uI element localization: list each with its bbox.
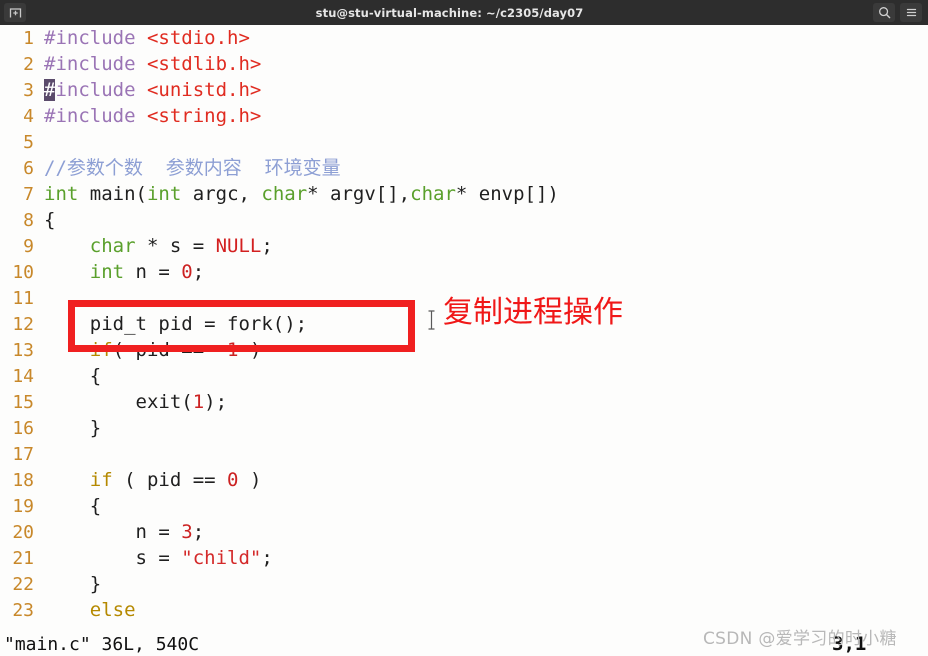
line-content: else bbox=[89, 599, 136, 621]
code-line: 4 #include <string.h> bbox=[0, 103, 928, 129]
code-line: 2 #include <stdlib.h> bbox=[0, 51, 928, 77]
code-line: 5 bbox=[0, 129, 928, 155]
line-number: 20 bbox=[12, 522, 34, 543]
csdn-watermark: CSDN @爱学习的时小糖 bbox=[703, 629, 897, 649]
line-content: if( pid == -1 ) bbox=[89, 339, 262, 361]
terminal-window: stu@stu-virtual-machine: ~/c2305/day07 1… bbox=[0, 0, 928, 656]
line-content: char * s = NULL; bbox=[89, 235, 273, 257]
annotation-text: 复制进程操作 bbox=[443, 295, 623, 330]
line-number: 18 bbox=[12, 470, 34, 491]
line-number: 21 bbox=[12, 548, 34, 569]
new-tab-button[interactable] bbox=[4, 3, 26, 22]
line-content: exit(1); bbox=[135, 391, 228, 413]
code-line: 22 } bbox=[0, 571, 928, 597]
line-number: 1 bbox=[23, 28, 34, 49]
hamburger-menu-icon bbox=[905, 6, 918, 19]
new-tab-icon bbox=[9, 6, 22, 19]
line-content: s = "child"; bbox=[135, 547, 273, 569]
line-content: int main(int argc, char* argv[],char* en… bbox=[44, 183, 559, 205]
line-number: 12 bbox=[12, 314, 34, 335]
line-number: 15 bbox=[12, 392, 34, 413]
line-content: } bbox=[44, 417, 102, 439]
line-content: #include <stdio.h> bbox=[44, 27, 250, 49]
line-content: if ( pid == 0 ) bbox=[89, 469, 262, 491]
search-button[interactable] bbox=[873, 3, 895, 22]
code-line: 17 bbox=[0, 441, 928, 467]
search-icon bbox=[878, 6, 891, 19]
line-number: 17 bbox=[12, 444, 34, 465]
line-content: } bbox=[44, 573, 102, 595]
line-number: 16 bbox=[12, 418, 34, 439]
line-number: 10 bbox=[12, 262, 34, 283]
code-line: 20 n = 3; bbox=[0, 519, 928, 545]
line-number: 5 bbox=[23, 132, 34, 153]
line-content: #include <stdlib.h> bbox=[44, 53, 262, 75]
code-line: 7 int main(int argc, char* argv[],char* e… bbox=[0, 181, 928, 207]
line-content: //参数个数 参数内容 环境变量 bbox=[44, 157, 341, 179]
line-number: 3 bbox=[23, 80, 34, 101]
line-number: 7 bbox=[23, 184, 34, 205]
code-line: 14 { bbox=[0, 363, 928, 389]
line-content: pid_t pid = fork(); bbox=[44, 313, 308, 335]
line-number: 13 bbox=[12, 340, 34, 361]
code-line: 19 { bbox=[0, 493, 928, 519]
code-line: 3 #include <unistd.h> bbox=[0, 77, 928, 103]
line-content: { bbox=[44, 365, 102, 387]
status-file-info: "main.c" 36L, 540C bbox=[4, 634, 200, 655]
line-number: 19 bbox=[12, 496, 34, 517]
titlebar-actions bbox=[873, 3, 924, 22]
line-content: #include <unistd.h> bbox=[44, 79, 262, 101]
titlebar: stu@stu-virtual-machine: ~/c2305/day07 bbox=[0, 0, 928, 25]
code-line: 18 if ( pid == 0 ) bbox=[0, 467, 928, 493]
code-line: 9 char * s = NULL; bbox=[0, 233, 928, 259]
mouse-ibeam-cursor bbox=[427, 310, 436, 330]
code-line: 8{ bbox=[0, 207, 928, 233]
code-line: 15 exit(1); bbox=[0, 389, 928, 415]
menu-button[interactable] bbox=[900, 3, 922, 22]
line-content: { bbox=[44, 209, 56, 231]
line-number: 9 bbox=[23, 236, 34, 257]
line-content: n = 3; bbox=[135, 521, 205, 543]
line-number: 11 bbox=[12, 288, 34, 309]
code-line: 6 //参数个数 参数内容 环境变量 bbox=[0, 155, 928, 181]
code-line: 23 else bbox=[0, 597, 928, 623]
code-line: 10 int n = 0; bbox=[0, 259, 928, 285]
code-line: 1 #include <stdio.h> bbox=[0, 25, 928, 51]
line-content: int n = 0; bbox=[89, 261, 205, 283]
code-line: 21 s = "child"; bbox=[0, 545, 928, 571]
line-number: 8 bbox=[23, 210, 34, 231]
code-line: 16 } bbox=[0, 415, 928, 441]
line-number: 22 bbox=[12, 574, 34, 595]
text-cursor: # bbox=[44, 79, 56, 101]
code-line: 13 if( pid == -1 ) bbox=[0, 337, 928, 363]
line-number: 2 bbox=[23, 54, 34, 75]
line-content: #include <string.h> bbox=[44, 105, 262, 127]
line-number: 23 bbox=[12, 600, 34, 621]
line-content: { bbox=[44, 495, 102, 517]
window-title: stu@stu-virtual-machine: ~/c2305/day07 bbox=[315, 5, 584, 20]
line-number: 6 bbox=[23, 158, 34, 179]
line-number: 4 bbox=[23, 106, 34, 127]
line-number: 14 bbox=[12, 366, 34, 387]
